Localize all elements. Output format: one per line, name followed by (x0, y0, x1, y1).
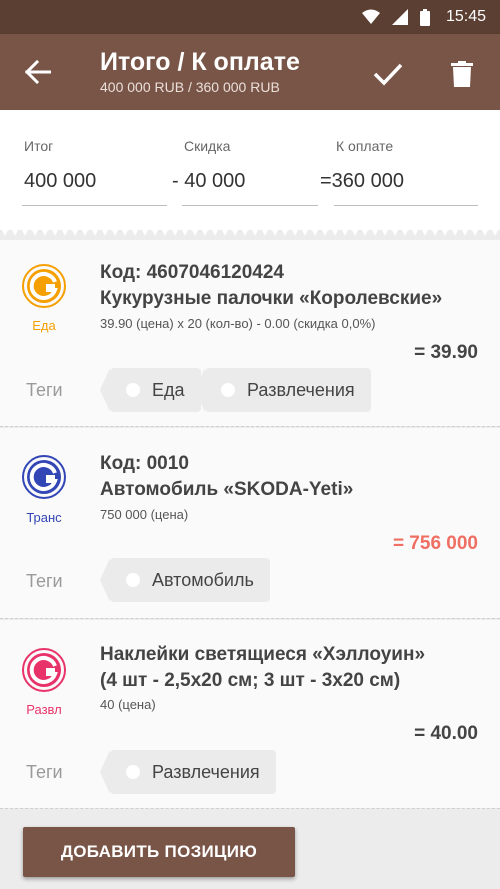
page-subtitle: 400 000 RUB / 360 000 RUB (100, 79, 280, 95)
item-divider (0, 426, 500, 427)
item-name: Автомобиль «SKODA-Yeti» (100, 479, 354, 500)
summary-panel: Итог 400 000 Скидка - 40 000 К оплате =3… (0, 110, 500, 230)
list-item[interactable]: Развл Наклейки светящиеся «Хэллоуин» (4 … (0, 620, 500, 808)
category-entertainment-icon (22, 648, 66, 692)
tags-label: Теги (26, 571, 63, 591)
trash-icon (451, 61, 473, 87)
category-food-icon (22, 264, 66, 308)
battery-icon (419, 8, 430, 26)
item-name: Наклейки светящиеся «Хэллоуин» (100, 644, 426, 665)
arrow-back-icon (25, 60, 51, 84)
item-total: = 40.00 (414, 723, 478, 744)
tag-chip[interactable]: Развлечения (195, 368, 371, 412)
item-name-line2: (4 шт - 2,5x20 см; 3 шт - 3x20 см) (100, 670, 401, 691)
back-button[interactable] (20, 54, 56, 90)
item-total: = 39.90 (414, 342, 478, 363)
discount-label: Скидка (184, 138, 231, 154)
category-transport-icon (22, 455, 66, 499)
item-detail: 750 000 (цена) (100, 507, 189, 522)
discount-underline (182, 205, 318, 206)
tag-chip[interactable]: Автомобиль (100, 558, 270, 602)
delete-button[interactable] (442, 54, 482, 94)
check-icon (373, 63, 403, 86)
item-total: = 756 000 (392, 533, 478, 554)
item-code: Код: 4607046120424 (100, 262, 284, 283)
tags-label: Теги (26, 762, 63, 782)
item-detail: 40 (цена) (100, 697, 156, 712)
tag-chip[interactable]: Еда (100, 368, 201, 412)
wifi-icon (361, 9, 380, 24)
category-label: Развл (26, 702, 62, 717)
item-divider (0, 808, 500, 809)
item-name: Кукурузные палочки «Королевские» (100, 288, 443, 309)
status-time: 15:45 (445, 8, 486, 25)
pay-underline (334, 205, 478, 206)
pay-value[interactable]: =360 000 (320, 170, 404, 193)
tag-chip[interactable]: Развлечения (100, 750, 276, 794)
total-value[interactable]: 400 000 (24, 170, 96, 193)
list-item[interactable]: Транс Код: 0010 Автомобиль «SKODA-Yeti» … (0, 428, 500, 618)
list-item[interactable]: Еда Код: 4607046120424 Кукурузные палочк… (0, 240, 500, 426)
tags-label: Теги (26, 380, 63, 400)
app-toolbar: Итого / К оплате 400 000 RUB / 360 000 R… (0, 34, 500, 110)
page-title: Итого / К оплате (100, 48, 300, 76)
discount-value[interactable]: - 40 000 (172, 170, 245, 193)
status-bar: 15:45 (0, 0, 500, 34)
total-label: Итог (24, 138, 54, 154)
confirm-button[interactable] (368, 54, 408, 94)
category-label: Еда (32, 318, 56, 333)
add-item-button[interactable]: ДОБАВИТЬ ПОЗИЦИЮ (23, 827, 295, 877)
item-detail: 39.90 (цена) x 20 (кол-во) - 0.00 (скидк… (100, 316, 376, 331)
total-underline (22, 205, 167, 206)
category-label: Транс (26, 510, 62, 525)
item-code: Код: 0010 (100, 453, 189, 474)
signal-icon (391, 9, 408, 25)
item-divider (0, 618, 500, 619)
zigzag-edge (0, 226, 500, 236)
pay-label: К оплате (336, 138, 394, 154)
